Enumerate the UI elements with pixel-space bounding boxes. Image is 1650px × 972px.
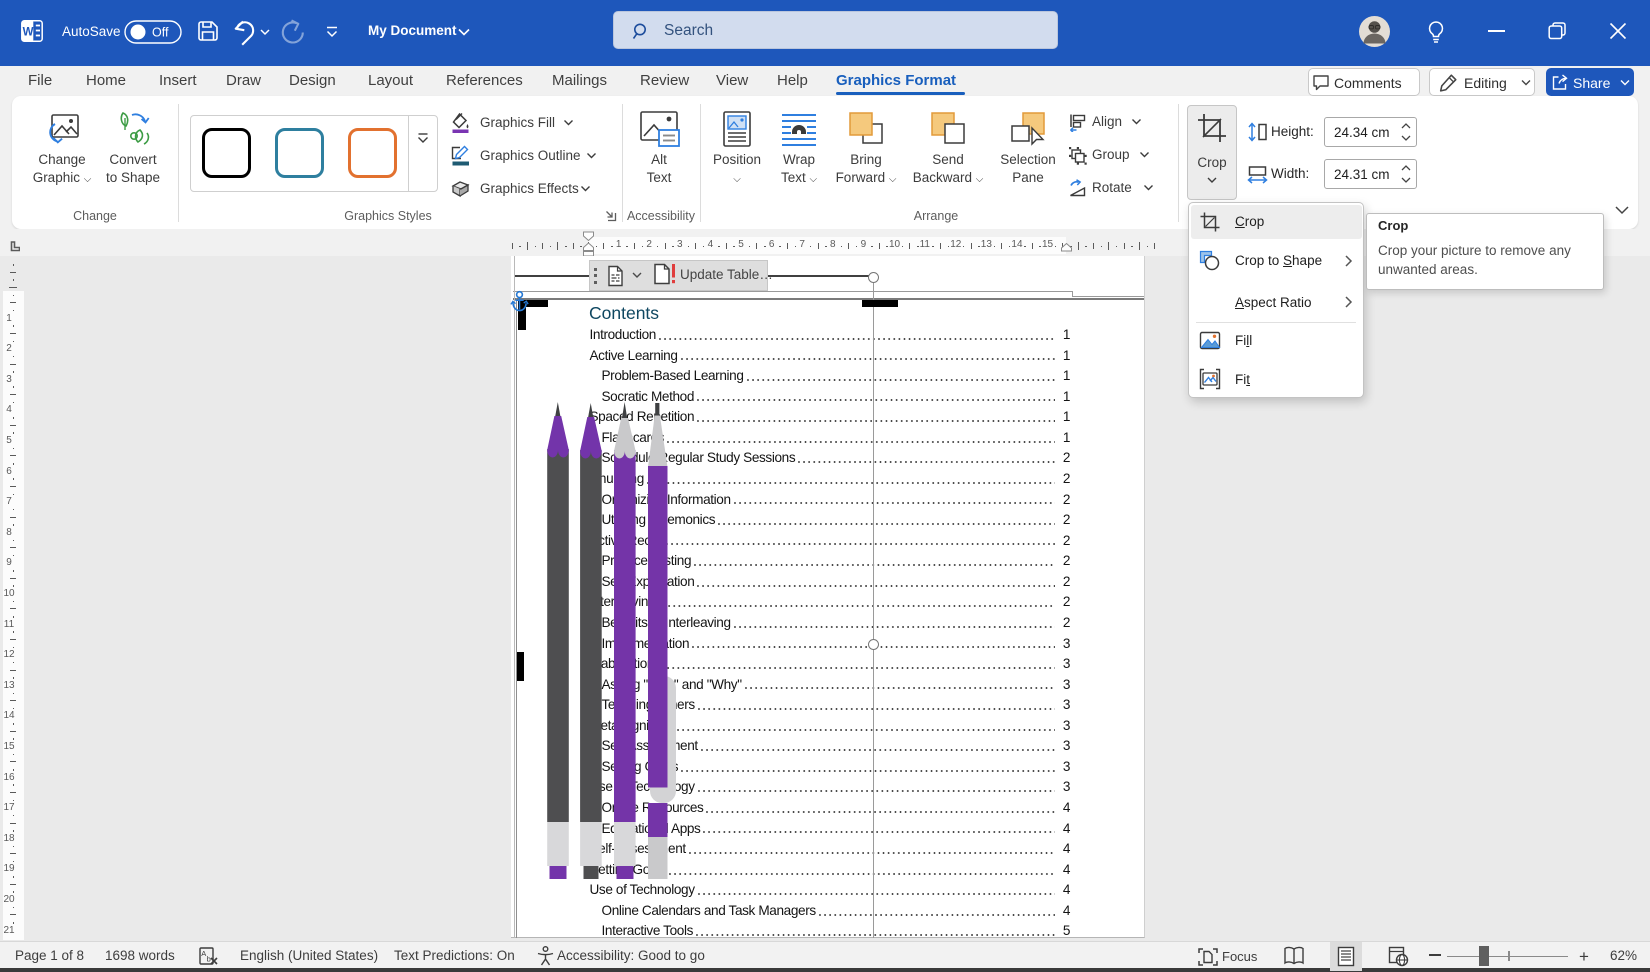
svg-text:Off: Off [152, 26, 169, 40]
svg-text:b: b [207, 955, 211, 964]
svg-text:W: W [23, 27, 34, 39]
svg-text:A: A [201, 949, 206, 958]
